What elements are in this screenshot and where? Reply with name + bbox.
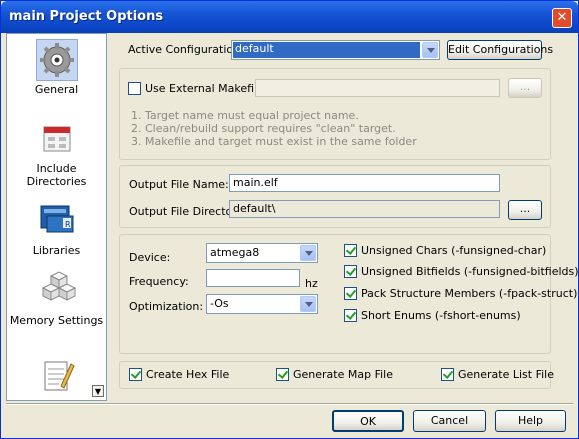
unsigned-bitfields-label: Unsigned Bitfields (-funsigned-bitfields… (361, 265, 579, 278)
svg-text:R: R (65, 220, 71, 229)
sidebar-item-include-directories[interactable]: Include Directories (7, 118, 106, 188)
optimization-value: -Os (210, 297, 229, 310)
notepad-icon (36, 356, 78, 398)
unsigned-chars-label: Unsigned Chars (-funsigned-char) (361, 244, 547, 257)
pack-structure-members-checkbox[interactable] (344, 287, 357, 300)
unsigned-bitfields-checkbox[interactable] (344, 265, 357, 278)
output-file-name-input[interactable]: main.elf (229, 174, 500, 192)
sidebar-item-label: Memory Settings (9, 314, 104, 327)
generate-list-file-checkbox[interactable] (441, 368, 454, 381)
create-hex-file-checkbox[interactable] (129, 368, 142, 381)
generate-map-file-checkbox[interactable] (276, 368, 289, 381)
output-file-name-label: Output File Name: (129, 178, 229, 191)
generate-map-file-label: Generate Map File (293, 368, 393, 381)
sidebar-item-label: Libraries (32, 244, 81, 257)
sidebar-item-general[interactable]: General (7, 39, 106, 96)
output-file-directory-input[interactable]: default\ (229, 200, 500, 218)
project-options-dialog: main Project Options ✕ General Include D… (0, 0, 579, 439)
makefile-browse-button[interactable]: ... (508, 78, 542, 98)
optimization-select[interactable]: -Os (206, 294, 318, 314)
chevron-down-icon (422, 42, 438, 58)
makefile-note: 3. Makefile and target must exist in the… (131, 135, 417, 148)
device-select[interactable]: atmega8 (206, 243, 318, 263)
sidebar-item-memory-settings[interactable]: Memory Settings (7, 270, 106, 327)
use-external-makefile-checkbox[interactable] (128, 82, 141, 95)
create-hex-file-label: Create Hex File (146, 368, 230, 381)
device-value: atmega8 (210, 246, 260, 259)
makefile-note: 2. Clean/rebuild support requires "clean… (131, 122, 396, 135)
use-external-makefile-label: Use External Makefile (145, 82, 264, 95)
chevron-down-icon (300, 296, 316, 312)
edit-configurations-button[interactable]: Edit Configurations (447, 40, 553, 60)
optimization-label: Optimization: (129, 300, 204, 313)
short-enums-label: Short Enums (-fshort-enums) (361, 309, 521, 322)
category-sidebar: General Include Directories R Libraries … (6, 33, 107, 401)
generate-list-file-label: Generate List File (458, 368, 555, 381)
close-button[interactable]: ✕ (552, 8, 572, 28)
active-configuration-label: Active Configuration (128, 43, 241, 56)
help-button[interactable]: Help (495, 410, 566, 432)
gear-icon (35, 39, 78, 81)
folder-icon (36, 118, 78, 160)
active-configuration-select[interactable]: default (231, 40, 440, 60)
frequency-unit-label: hz (305, 277, 318, 290)
short-enums-checkbox[interactable] (344, 309, 357, 322)
button-separator (6, 403, 573, 405)
makefile-note: 1. Target name must equal project name. (131, 109, 359, 122)
device-label: Device: (129, 251, 171, 264)
makefile-path-input[interactable] (255, 79, 500, 97)
chevron-down-icon (300, 245, 316, 261)
title-bar[interactable]: main Project Options ✕ (1, 1, 578, 33)
cancel-button[interactable]: Cancel (413, 410, 486, 432)
books-icon: R (36, 200, 78, 242)
sidebar-item-label: Include Directories (26, 162, 87, 188)
active-configuration-value: default (233, 42, 420, 58)
ok-button[interactable]: OK (332, 410, 404, 432)
sidebar-scroll-down-button[interactable]: ▼ (92, 385, 104, 397)
window-title: main Project Options (9, 9, 164, 24)
memory-blocks-icon (36, 270, 78, 312)
unsigned-chars-checkbox[interactable] (344, 244, 357, 257)
pack-structure-members-label: Pack Structure Members (-fpack-struct) (361, 287, 578, 300)
output-directory-browse-button[interactable]: ... (508, 200, 542, 220)
sidebar-item-libraries[interactable]: R Libraries (7, 200, 106, 257)
frequency-label: Frequency: (129, 275, 189, 288)
frequency-input[interactable] (206, 269, 300, 287)
sidebar-item-label: General (34, 83, 79, 96)
